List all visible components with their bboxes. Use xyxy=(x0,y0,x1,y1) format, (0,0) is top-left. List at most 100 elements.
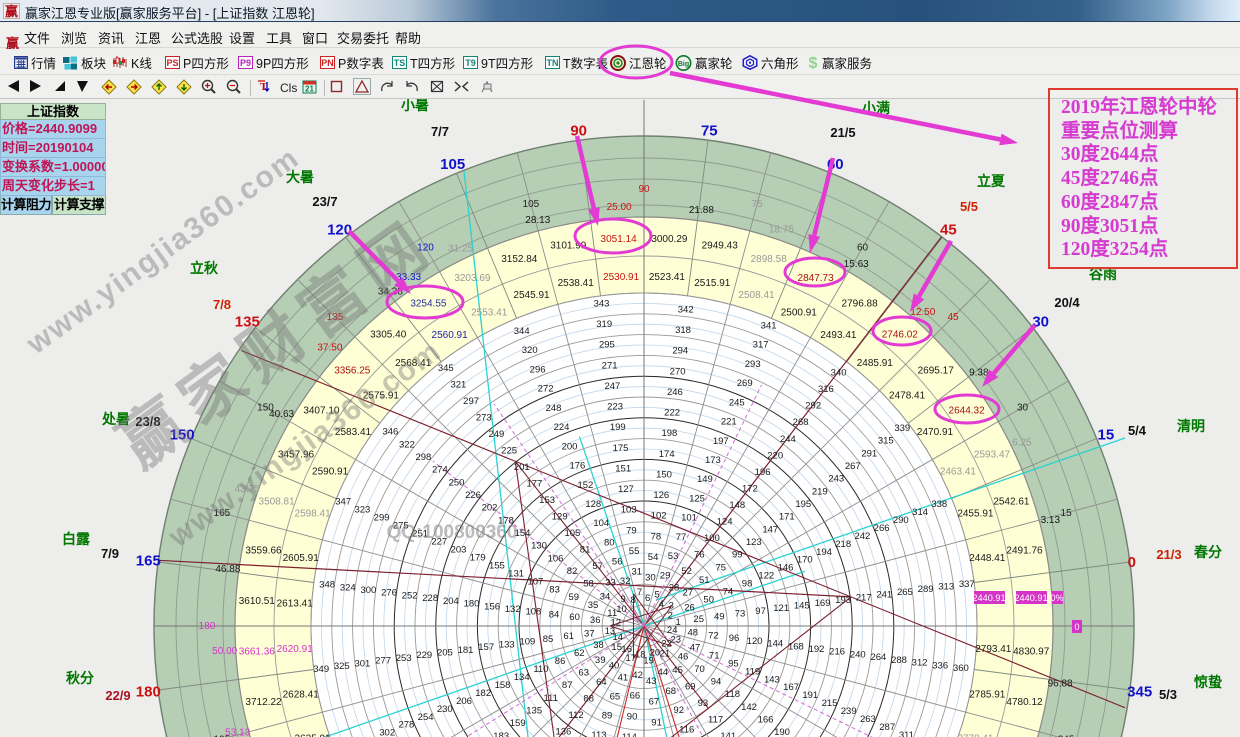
svg-text:41: 41 xyxy=(618,672,629,683)
svg-text:12.50: 12.50 xyxy=(910,307,935,318)
svg-text:180: 180 xyxy=(199,621,216,632)
svg-text:141: 141 xyxy=(720,731,736,737)
svg-text:56: 56 xyxy=(612,557,623,568)
svg-text:311: 311 xyxy=(899,730,914,737)
svg-text:247: 247 xyxy=(604,381,620,392)
svg-text:168: 168 xyxy=(788,641,804,652)
svg-text:10: 10 xyxy=(616,604,627,615)
svg-text:291: 291 xyxy=(861,448,877,459)
svg-text:171: 171 xyxy=(779,512,795,523)
svg-text:QQ:100800360: QQ:100800360 xyxy=(387,522,518,543)
svg-text:198: 198 xyxy=(661,428,677,439)
svg-text:57: 57 xyxy=(592,561,603,572)
svg-text:32: 32 xyxy=(620,576,631,587)
svg-text:96: 96 xyxy=(729,633,740,644)
svg-text:3101.99: 3101.99 xyxy=(550,241,587,252)
svg-text:345: 345 xyxy=(1127,683,1152,700)
svg-text:49: 49 xyxy=(714,611,725,622)
svg-text:60: 60 xyxy=(827,156,844,173)
svg-text:70: 70 xyxy=(694,664,705,675)
svg-text:15: 15 xyxy=(1098,427,1115,444)
svg-text:216: 216 xyxy=(829,647,845,658)
svg-text:42: 42 xyxy=(632,670,643,681)
svg-text:228: 228 xyxy=(422,593,438,604)
svg-text:23: 23 xyxy=(671,635,682,646)
svg-text:P9: P9 xyxy=(240,58,251,68)
svg-text:72: 72 xyxy=(708,630,719,641)
svg-text:4780.12: 4780.12 xyxy=(1006,697,1043,708)
svg-text:74: 74 xyxy=(723,587,734,598)
svg-text:68: 68 xyxy=(666,686,677,697)
svg-text:3152.84: 3152.84 xyxy=(501,254,538,265)
svg-text:50: 50 xyxy=(703,595,714,606)
svg-text:314: 314 xyxy=(912,507,928,518)
svg-text:104: 104 xyxy=(593,518,609,529)
svg-text:250: 250 xyxy=(449,477,465,488)
svg-text:2793.41: 2793.41 xyxy=(975,644,1012,655)
svg-text:2455.91: 2455.91 xyxy=(957,509,994,520)
svg-text:336: 336 xyxy=(932,660,948,671)
svg-text:218: 218 xyxy=(835,539,851,550)
svg-text:7/9: 7/9 xyxy=(101,546,119,561)
svg-text:4830.97: 4830.97 xyxy=(1013,647,1050,658)
svg-text:78: 78 xyxy=(651,531,662,542)
svg-text:29: 29 xyxy=(660,570,671,581)
svg-text:191: 191 xyxy=(802,690,818,701)
svg-text:2695.17: 2695.17 xyxy=(918,365,955,376)
svg-text:82: 82 xyxy=(567,566,578,577)
svg-text:142: 142 xyxy=(741,702,757,713)
svg-text:88: 88 xyxy=(583,693,594,704)
svg-text:2553.41: 2553.41 xyxy=(471,307,508,318)
svg-text:149: 149 xyxy=(697,474,713,485)
svg-text:20/4: 20/4 xyxy=(1054,295,1080,310)
svg-text:21.88: 21.88 xyxy=(689,205,714,216)
svg-text:惊蛰: 惊蛰 xyxy=(1193,674,1222,690)
svg-text:105: 105 xyxy=(440,156,465,173)
svg-text:33: 33 xyxy=(605,578,616,589)
svg-text:25.00: 25.00 xyxy=(607,202,632,213)
svg-text:122: 122 xyxy=(758,571,774,582)
svg-text:158: 158 xyxy=(495,680,511,691)
svg-text:18.75: 18.75 xyxy=(769,224,794,235)
svg-text:2485.91: 2485.91 xyxy=(857,358,894,369)
svg-text:293: 293 xyxy=(745,359,761,370)
svg-text:134: 134 xyxy=(514,672,530,683)
svg-text:2530.91: 2530.91 xyxy=(603,272,640,283)
svg-text:150: 150 xyxy=(656,469,672,480)
svg-text:6: 6 xyxy=(645,593,650,604)
svg-text:243: 243 xyxy=(828,474,844,485)
svg-text:85: 85 xyxy=(543,634,554,645)
svg-text:159: 159 xyxy=(510,718,526,729)
svg-text:5/4: 5/4 xyxy=(1128,423,1147,438)
svg-text:127: 127 xyxy=(618,484,634,495)
svg-text:58: 58 xyxy=(583,579,594,590)
svg-text:220: 220 xyxy=(767,450,783,461)
svg-text:292: 292 xyxy=(805,401,821,412)
svg-text:230: 230 xyxy=(437,704,453,715)
svg-text:226: 226 xyxy=(465,490,481,501)
svg-text:120: 120 xyxy=(327,221,352,238)
svg-text:2478.41: 2478.41 xyxy=(889,390,926,401)
svg-text:225: 225 xyxy=(501,446,517,457)
svg-text:2590.91: 2590.91 xyxy=(312,466,349,477)
svg-text:108: 108 xyxy=(525,607,541,618)
svg-text:346: 346 xyxy=(382,427,398,438)
svg-text:244: 244 xyxy=(780,434,796,445)
svg-text:133: 133 xyxy=(499,639,515,650)
svg-text:2463.41: 2463.41 xyxy=(940,466,977,477)
svg-text:182: 182 xyxy=(475,688,491,699)
svg-text:21/5: 21/5 xyxy=(830,125,855,140)
svg-text:319: 319 xyxy=(596,319,612,330)
svg-text:5: 5 xyxy=(655,590,660,601)
svg-text:173: 173 xyxy=(705,455,721,466)
svg-text:176: 176 xyxy=(569,461,585,472)
svg-text:0: 0 xyxy=(1074,622,1079,632)
svg-text:2620.91: 2620.91 xyxy=(277,644,314,655)
svg-text:180: 180 xyxy=(136,683,161,700)
svg-text:181: 181 xyxy=(458,645,474,656)
svg-text:193: 193 xyxy=(835,595,851,606)
svg-text:206: 206 xyxy=(456,696,472,707)
svg-text:89: 89 xyxy=(602,711,613,722)
svg-text:199: 199 xyxy=(610,422,626,433)
svg-text:3610.51: 3610.51 xyxy=(239,596,276,607)
